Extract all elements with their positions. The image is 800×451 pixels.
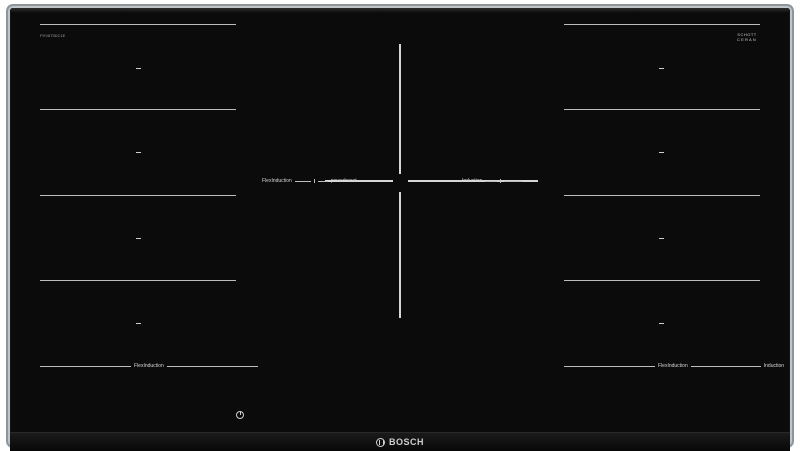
right-zone-line-2 <box>564 109 760 110</box>
right-zone-line-4 <box>564 280 760 281</box>
center-left-seg-a <box>294 180 311 182</box>
right-zone-1-marker[interactable] <box>659 68 664 69</box>
left-flex-seg-a <box>40 365 131 367</box>
center-left-tick <box>313 179 315 183</box>
center-left-seg-b <box>317 180 328 182</box>
center-induction-label: Induction <box>462 178 483 184</box>
center-left-labels[interactable]: FlexInduction powerboost <box>262 178 357 184</box>
left-zone-3-marker[interactable] <box>136 238 141 239</box>
left-flex-label: FlexInduction <box>134 363 164 369</box>
bosch-logo-icon <box>375 437 385 447</box>
right-zone-3-marker[interactable] <box>659 238 664 239</box>
left-zone-line-2 <box>40 109 236 110</box>
left-zone-line-4 <box>40 280 236 281</box>
left-flex-seg-b <box>166 365 258 367</box>
left-flex-bar[interactable]: FlexInduction <box>40 363 258 369</box>
right-zone-4-marker[interactable] <box>659 323 664 324</box>
center-right-tick <box>500 179 502 183</box>
right-zone-line-3 <box>564 195 760 196</box>
powerboost-label: powerboost <box>330 178 357 184</box>
model-code: PXV875DC1E <box>40 33 66 38</box>
right-flex-seg-b <box>690 365 761 367</box>
right-flex-bar[interactable]: FlexInduction Induction <box>564 363 784 369</box>
ceran-text: CERAN <box>737 37 758 42</box>
center-vertical-top <box>399 44 401 174</box>
right-zone-line-1 <box>564 24 760 25</box>
top-edge <box>10 8 790 13</box>
left-zone-line-1 <box>40 24 236 25</box>
bosch-brand: BOSCH <box>375 437 424 447</box>
bottom-brand-bar: BOSCH <box>10 432 790 451</box>
right-zone-2-marker[interactable] <box>659 152 664 153</box>
left-zone-4-marker[interactable] <box>136 323 141 324</box>
center-right-labels[interactable]: Induction <box>462 178 523 184</box>
center-flex-label: FlexInduction <box>262 178 292 184</box>
right-flex-seg-a <box>564 365 655 367</box>
center-vertical-bottom <box>399 192 401 318</box>
center-right-seg-b <box>504 180 523 182</box>
center-right-seg-a <box>485 180 498 182</box>
power-icon[interactable] <box>236 411 244 419</box>
left-zone-2-marker[interactable] <box>136 152 141 153</box>
left-zone-line-3 <box>40 195 236 196</box>
schott-ceran-logo: SCHOTT CERAN <box>737 32 757 42</box>
brand-name: BOSCH <box>388 437 424 447</box>
right-induction-label: Induction <box>763 363 785 369</box>
right-flex-label: FlexInduction <box>658 363 688 369</box>
left-zone-1-marker[interactable] <box>136 68 141 69</box>
